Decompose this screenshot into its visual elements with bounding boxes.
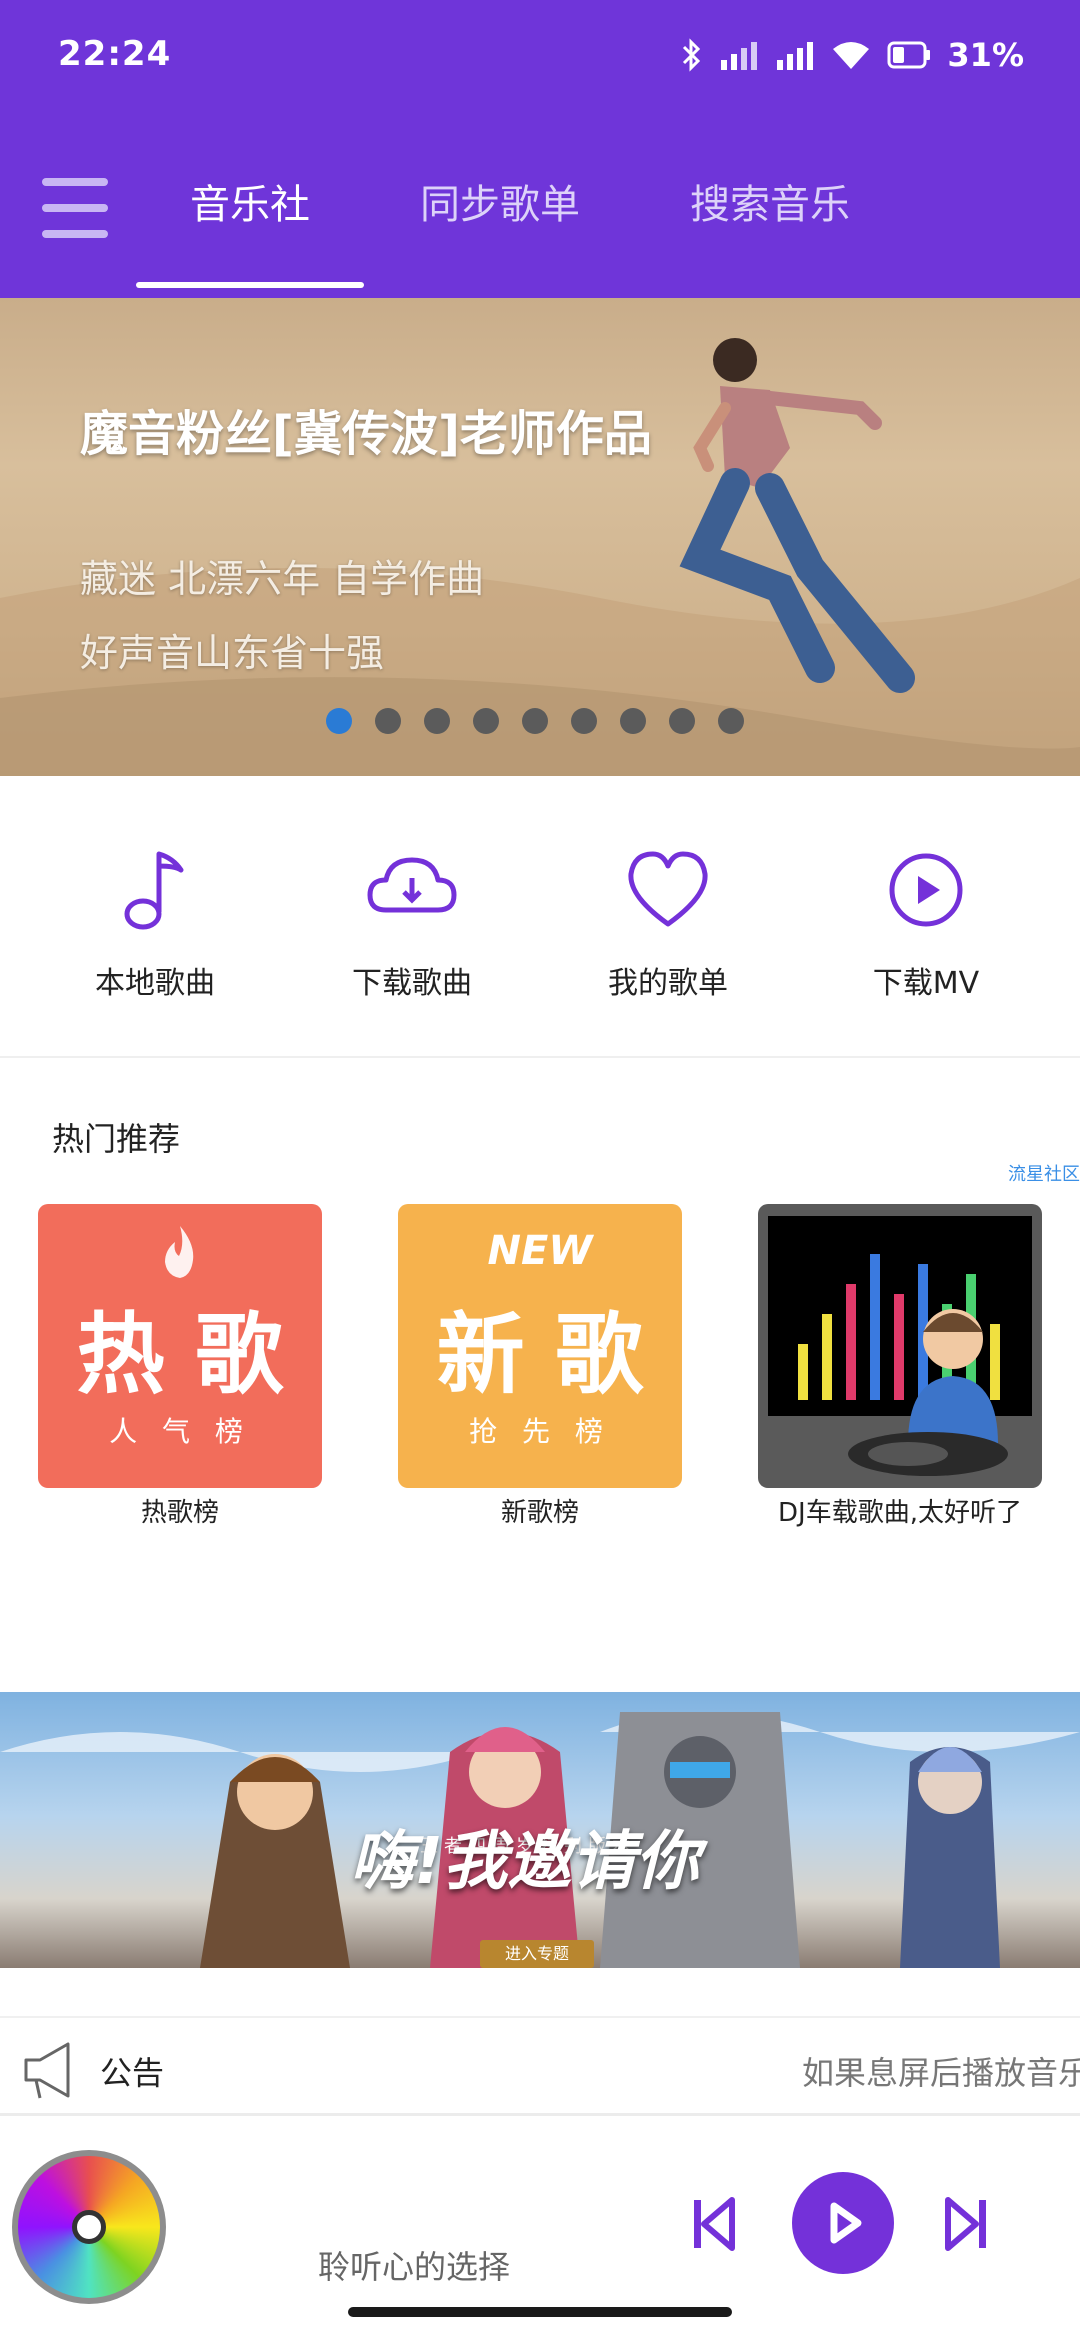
banner-line-1: 藏迷 北漂六年 自学作曲 [80, 557, 485, 601]
local-songs-button[interactable]: 本地歌曲 [55, 848, 255, 1002]
active-tab-indicator [136, 282, 364, 288]
carousel-dot[interactable] [473, 708, 499, 734]
music-note-icon [124, 851, 184, 930]
hot-songs-cover: 热 歌 人 气 榜 [38, 1204, 322, 1488]
carousel-dot[interactable] [571, 708, 597, 734]
download-songs-button[interactable]: 下载歌曲 [312, 848, 512, 1002]
notice-label: 公告 [100, 2054, 165, 2092]
menu-icon[interactable] [42, 178, 108, 240]
signal-icon [721, 42, 758, 70]
card-new-songs[interactable]: NEW 新 歌 抢 先 榜 新歌榜 [398, 1204, 682, 1529]
new-big-text: 新 歌 [436, 1303, 644, 1406]
next-icon[interactable] [944, 2196, 988, 2252]
dj-illustration [768, 1216, 1032, 1476]
signal-icon-2 [777, 42, 814, 70]
download-mv-label: 下载MV [872, 966, 980, 1001]
card-hot-songs[interactable]: 热 歌 人 气 榜 热歌榜 [38, 1204, 322, 1529]
play-circle-icon [889, 853, 963, 927]
album-disc[interactable] [12, 2150, 166, 2304]
notice-bar[interactable]: 公告 如果息屏后播放音乐 [0, 2016, 1080, 2116]
banner-line-2: 好声音山东省十强 [80, 631, 385, 675]
carousel-dots [326, 708, 744, 734]
play-icon [830, 2202, 862, 2244]
tab-music-club[interactable]: 音乐社 [190, 172, 310, 230]
my-playlist-button[interactable]: 我的歌单 [568, 848, 768, 1002]
battery-icon [887, 41, 931, 69]
flame-icon [165, 1226, 194, 1278]
ad-tag[interactable]: 流星社区 [1008, 1160, 1080, 1186]
carousel-dot[interactable] [669, 708, 695, 734]
local-songs-label: 本地歌曲 [95, 966, 215, 1001]
app-header: 22:24 31% 音乐社 同步歌单 搜索音乐 [0, 0, 1080, 298]
wifi-icon [833, 42, 870, 69]
my-playlist-label: 我的歌单 [608, 966, 728, 1001]
section-title: 热门推荐 [52, 1120, 181, 1158]
game-ad-banner[interactable]: 王者四周岁特别版本 嗨!我邀请你 进入专题 [0, 1692, 1080, 1968]
now-playing-title: 聆听心的选择 [318, 2248, 511, 2286]
quick-actions: 本地歌曲 下载歌曲 我的歌单 下载MV [0, 776, 1080, 1058]
status-bar: 22:24 31% [0, 0, 1080, 110]
new-songs-caption: 新歌榜 [500, 1498, 579, 1528]
home-indicator [348, 2307, 732, 2317]
top-nav: 音乐社 同步歌单 搜索音乐 [0, 150, 1080, 298]
carousel-dot[interactable] [718, 708, 744, 734]
play-button[interactable] [792, 2172, 894, 2274]
game-ad-enter-button[interactable]: 进入专题 [480, 1940, 594, 1968]
carousel-dot[interactable] [375, 708, 401, 734]
banner-title: 魔音粉丝[冀传波]老师作品 [80, 406, 652, 462]
carousel-dot[interactable] [424, 708, 450, 734]
megaphone-icon [24, 2042, 70, 2099]
tab-search-music[interactable]: 搜索音乐 [690, 172, 850, 230]
notice-text: 如果息屏后播放音乐 [802, 2054, 1080, 2092]
banner-carousel[interactable]: 魔音粉丝[冀传波]老师作品 藏迷 北漂六年 自学作曲 好声音山东省十强 [0, 298, 1080, 776]
previous-icon[interactable] [692, 2196, 736, 2252]
download-songs-label: 下载歌曲 [352, 966, 472, 1001]
tab-sync-playlist[interactable]: 同步歌单 [420, 172, 580, 230]
hot-small-text: 人 气 榜 [109, 1415, 251, 1448]
heart-icon [628, 851, 708, 927]
bluetooth-icon [683, 38, 701, 72]
dj-songs-cover [758, 1204, 1042, 1488]
carousel-dot[interactable] [522, 708, 548, 734]
download-mv-button[interactable]: 下载MV [826, 848, 1026, 1002]
cloud-download-icon [367, 857, 457, 913]
card-dj-songs[interactable]: DJ车载歌曲,太好听了 [758, 1204, 1042, 1529]
new-tag: NEW [487, 1228, 593, 1274]
carousel-dot[interactable] [620, 708, 646, 734]
dj-songs-caption: DJ车载歌曲,太好听了 [778, 1498, 1022, 1528]
new-small-text: 抢 先 榜 [469, 1415, 611, 1448]
hot-big-text: 热 歌 [76, 1303, 284, 1406]
banner-photo-dunes [0, 338, 1080, 776]
hot-songs-caption: 热歌榜 [140, 1498, 219, 1528]
status-icons: 31% [681, 30, 1024, 80]
status-time: 22:24 [58, 34, 172, 74]
new-songs-cover: NEW 新 歌 抢 先 榜 [398, 1204, 682, 1488]
battery-percent: 31% [947, 36, 1024, 74]
carousel-dot[interactable] [326, 708, 352, 734]
game-ad-slogan: 嗨!我邀请你 [350, 1825, 700, 1899]
